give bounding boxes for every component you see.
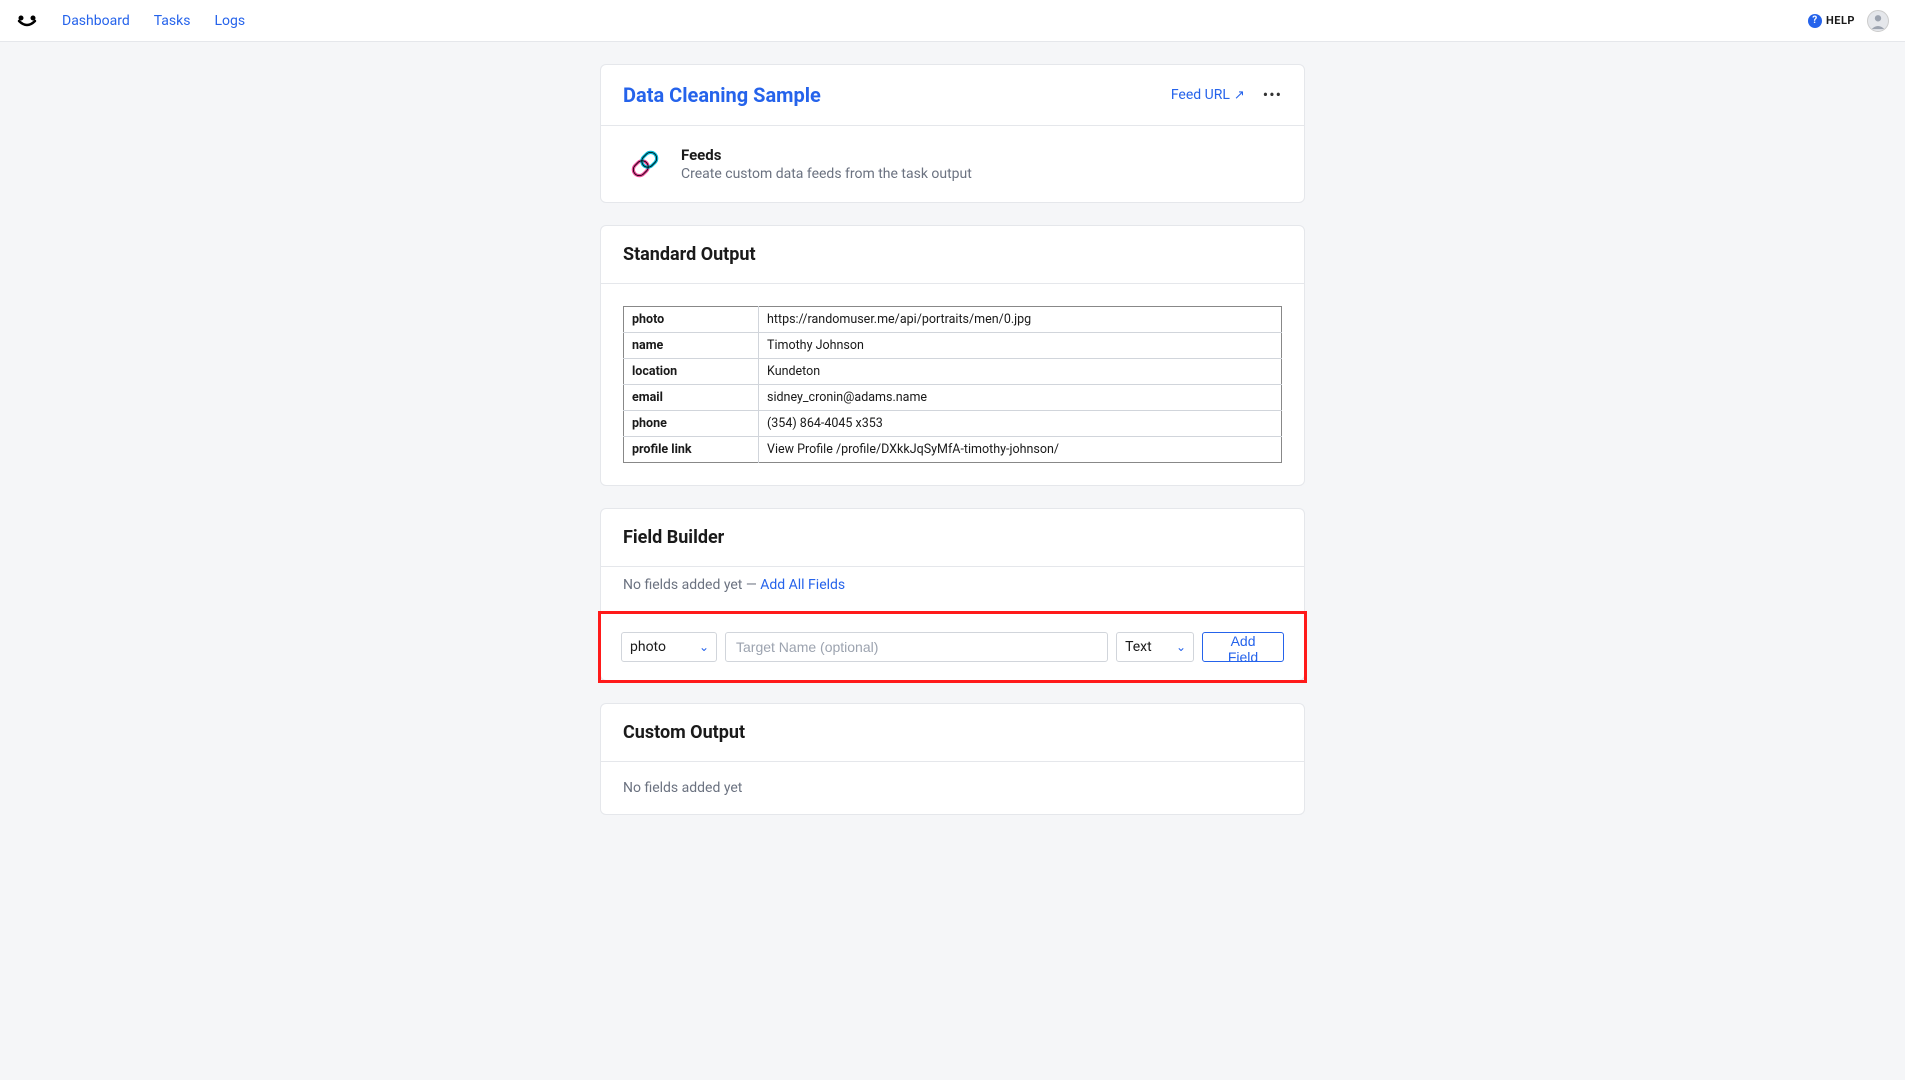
table-value: Timothy Johnson bbox=[759, 333, 1282, 359]
custom-output-header: Custom Output bbox=[601, 704, 1304, 762]
field-builder-header: Field Builder bbox=[601, 509, 1304, 567]
more-menu-icon[interactable]: ••• bbox=[1263, 87, 1282, 103]
feed-url-link[interactable]: Feed URL ↗ bbox=[1171, 87, 1245, 103]
feeds-text: Feeds Create custom data feeds from the … bbox=[681, 146, 972, 182]
table-key: phone bbox=[624, 411, 759, 437]
table-key: email bbox=[624, 385, 759, 411]
task-header-card: Data Cleaning Sample Feed URL ↗ ••• bbox=[600, 64, 1305, 203]
table-value: (354) 864-4045 x353 bbox=[759, 411, 1282, 437]
add-field-button[interactable]: Add Field bbox=[1202, 632, 1284, 662]
table-key: location bbox=[624, 359, 759, 385]
topbar-left: Dashboard Tasks Logs bbox=[16, 11, 245, 31]
standard-output-title: Standard Output bbox=[623, 244, 756, 265]
feeds-icon-wrap bbox=[623, 142, 667, 186]
nav-dashboard[interactable]: Dashboard bbox=[62, 13, 130, 29]
source-field-select-wrap: photo ⌄ bbox=[621, 632, 717, 662]
logo-icon bbox=[16, 14, 38, 28]
table-row: emailsidney_cronin@adams.name bbox=[624, 385, 1282, 411]
task-header: Data Cleaning Sample Feed URL ↗ ••• bbox=[601, 65, 1304, 126]
table-value: sidney_cronin@adams.name bbox=[759, 385, 1282, 411]
feeds-subtitle: Create custom data feeds from the task o… bbox=[681, 166, 972, 182]
link-icon bbox=[625, 144, 665, 184]
source-field-select[interactable]: photo bbox=[621, 632, 717, 662]
type-select-wrap: Text ⌄ bbox=[1116, 632, 1194, 662]
field-builder-empty: No fields added yet — Add All Fields bbox=[601, 567, 1304, 611]
standard-output-table: photohttps://randomuser.me/api/portraits… bbox=[623, 306, 1282, 463]
feed-url-label: Feed URL bbox=[1171, 87, 1230, 103]
table-row: phone(354) 864-4045 x353 bbox=[624, 411, 1282, 437]
field-builder-title: Field Builder bbox=[623, 527, 724, 548]
external-link-icon: ↗ bbox=[1234, 88, 1245, 103]
avatar-icon bbox=[1868, 10, 1888, 32]
field-builder-card: Field Builder No fields added yet — Add … bbox=[600, 508, 1305, 681]
task-title[interactable]: Data Cleaning Sample bbox=[623, 83, 821, 107]
task-header-actions: Feed URL ↗ ••• bbox=[1171, 87, 1282, 103]
table-key: photo bbox=[624, 307, 759, 333]
target-name-input[interactable] bbox=[725, 632, 1108, 662]
table-value: Kundeton bbox=[759, 359, 1282, 385]
table-row: photohttps://randomuser.me/api/portraits… bbox=[624, 307, 1282, 333]
table-key: name bbox=[624, 333, 759, 359]
table-key: profile link bbox=[624, 437, 759, 463]
custom-output-title: Custom Output bbox=[623, 722, 745, 743]
type-selected: Text bbox=[1125, 639, 1152, 655]
standard-output-header: Standard Output bbox=[601, 226, 1304, 284]
feeds-row: Feeds Create custom data feeds from the … bbox=[601, 126, 1304, 202]
feeds-title: Feeds bbox=[681, 146, 972, 164]
table-value: https://randomuser.me/api/portraits/men/… bbox=[759, 307, 1282, 333]
field-builder-row: photo ⌄ Text ⌄ Add Field bbox=[598, 611, 1307, 683]
main-container: Data Cleaning Sample Feed URL ↗ ••• bbox=[600, 64, 1305, 815]
help-icon: ? bbox=[1808, 14, 1822, 28]
topbar-right: ? HELP bbox=[1808, 10, 1889, 32]
table-row: profile linkView Profile /profile/DXkkJq… bbox=[624, 437, 1282, 463]
type-select[interactable]: Text bbox=[1116, 632, 1194, 662]
custom-output-empty: No fields added yet bbox=[601, 762, 1304, 814]
nav-logs[interactable]: Logs bbox=[214, 13, 245, 29]
standard-output-body: photohttps://randomuser.me/api/portraits… bbox=[601, 284, 1304, 485]
nav-tasks[interactable]: Tasks bbox=[154, 13, 191, 29]
add-all-fields-link[interactable]: Add All Fields bbox=[760, 577, 845, 593]
field-builder-empty-prefix: No fields added yet — bbox=[623, 577, 760, 593]
table-row: nameTimothy Johnson bbox=[624, 333, 1282, 359]
help-label: HELP bbox=[1826, 14, 1855, 27]
logo[interactable] bbox=[16, 11, 38, 31]
topbar: Dashboard Tasks Logs ? HELP bbox=[0, 0, 1905, 42]
source-field-selected: photo bbox=[630, 639, 666, 655]
custom-output-card: Custom Output No fields added yet bbox=[600, 703, 1305, 815]
avatar[interactable] bbox=[1867, 10, 1889, 32]
help-link[interactable]: ? HELP bbox=[1808, 14, 1855, 28]
table-row: locationKundeton bbox=[624, 359, 1282, 385]
standard-output-card: Standard Output photohttps://randomuser.… bbox=[600, 225, 1305, 486]
top-nav: Dashboard Tasks Logs bbox=[62, 13, 245, 29]
table-value: View Profile /profile/DXkkJqSyMfA-timoth… bbox=[759, 437, 1282, 463]
